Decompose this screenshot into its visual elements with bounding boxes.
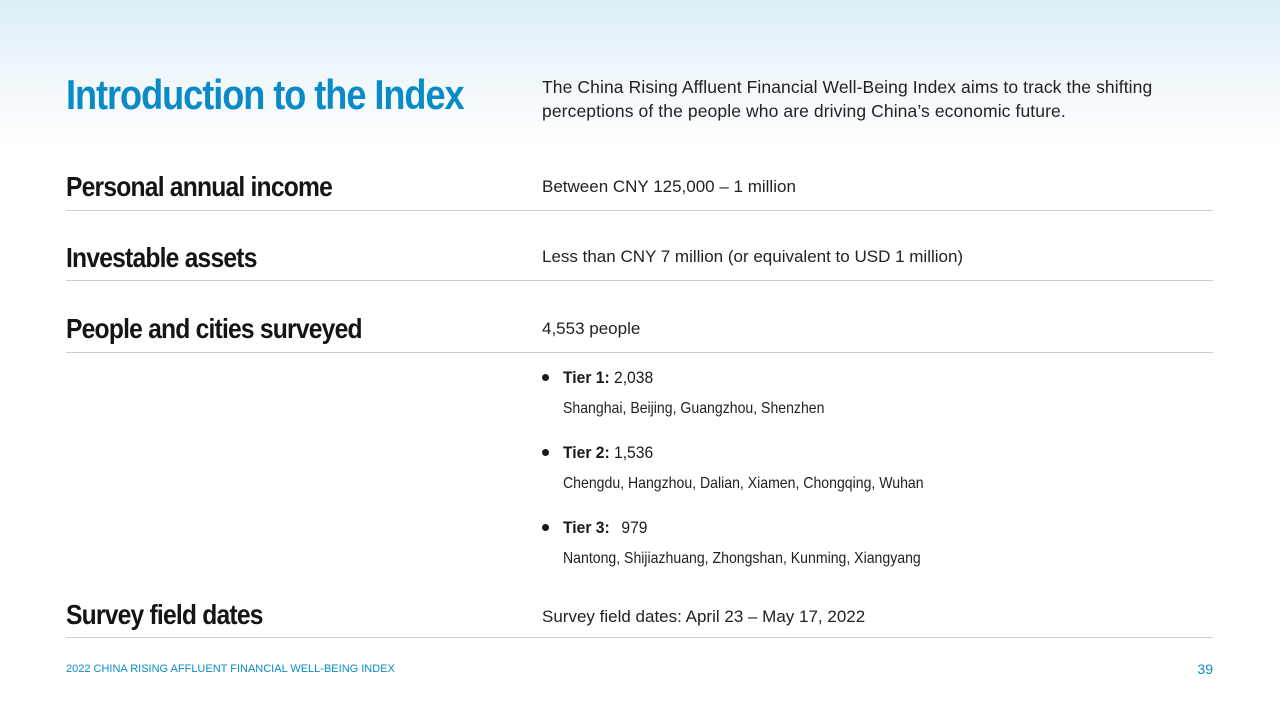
list-item: Tier 1: 2,038 Shanghai, Beijing, Guangzh… bbox=[542, 366, 973, 441]
divider bbox=[66, 637, 1213, 638]
tier-heading: Tier 1: 2,038 bbox=[563, 366, 940, 390]
tier-count: 979 bbox=[621, 518, 648, 537]
bullet-icon bbox=[542, 374, 549, 381]
tier-heading: Tier 2: 1,536 bbox=[563, 441, 940, 465]
page-title: Introduction to the Index bbox=[66, 71, 465, 118]
tier-cities: Nantong, Shijiazhuang, Zhongshan, Kunmin… bbox=[563, 550, 921, 567]
row-value-dates: Survey field dates: April 23 – May 17, 2… bbox=[542, 607, 866, 626]
row-value-people: 4,553 people bbox=[542, 319, 641, 338]
bullet-icon bbox=[542, 524, 549, 531]
row-label-people: People and cities surveyed bbox=[66, 313, 363, 344]
page-number: 39 bbox=[1197, 661, 1213, 677]
tier-heading: Tier 3: 979 bbox=[563, 516, 940, 540]
divider bbox=[66, 210, 1213, 211]
list-item: Tier 2: 1,536 Chengdu, Hangzhou, Dalian,… bbox=[542, 441, 973, 516]
divider bbox=[66, 280, 1213, 281]
tier-name: Tier 1: bbox=[563, 368, 610, 387]
tier-count: 2,038 bbox=[614, 368, 654, 387]
tier-list: Tier 1: 2,038 Shanghai, Beijing, Guangzh… bbox=[542, 366, 973, 591]
intro-text: The China Rising Affluent Financial Well… bbox=[542, 77, 1153, 121]
tier-name: Tier 3: bbox=[563, 518, 610, 537]
tier-count: 1,536 bbox=[614, 443, 654, 462]
tier-cities: Chengdu, Hangzhou, Dalian, Xiamen, Chong… bbox=[563, 475, 924, 492]
tier-cities: Shanghai, Beijing, Guangzhou, Shenzhen bbox=[563, 400, 825, 417]
bullet-icon bbox=[542, 449, 549, 456]
footer-report-name: 2022 CHINA RISING AFFLUENT FINANCIAL WEL… bbox=[66, 663, 395, 675]
list-item: Tier 3: 979 Nantong, Shijiazhuang, Zhong… bbox=[542, 516, 973, 591]
row-label-dates: Survey field dates bbox=[66, 599, 263, 630]
divider bbox=[66, 352, 1213, 353]
row-value-income: Between CNY 125,000 – 1 million bbox=[542, 177, 796, 196]
row-value-assets: Less than CNY 7 million (or equivalent t… bbox=[542, 247, 964, 266]
tier-name: Tier 2: bbox=[563, 443, 610, 462]
row-label-assets: Investable assets bbox=[66, 242, 257, 273]
row-label-income: Personal annual income bbox=[66, 171, 333, 202]
